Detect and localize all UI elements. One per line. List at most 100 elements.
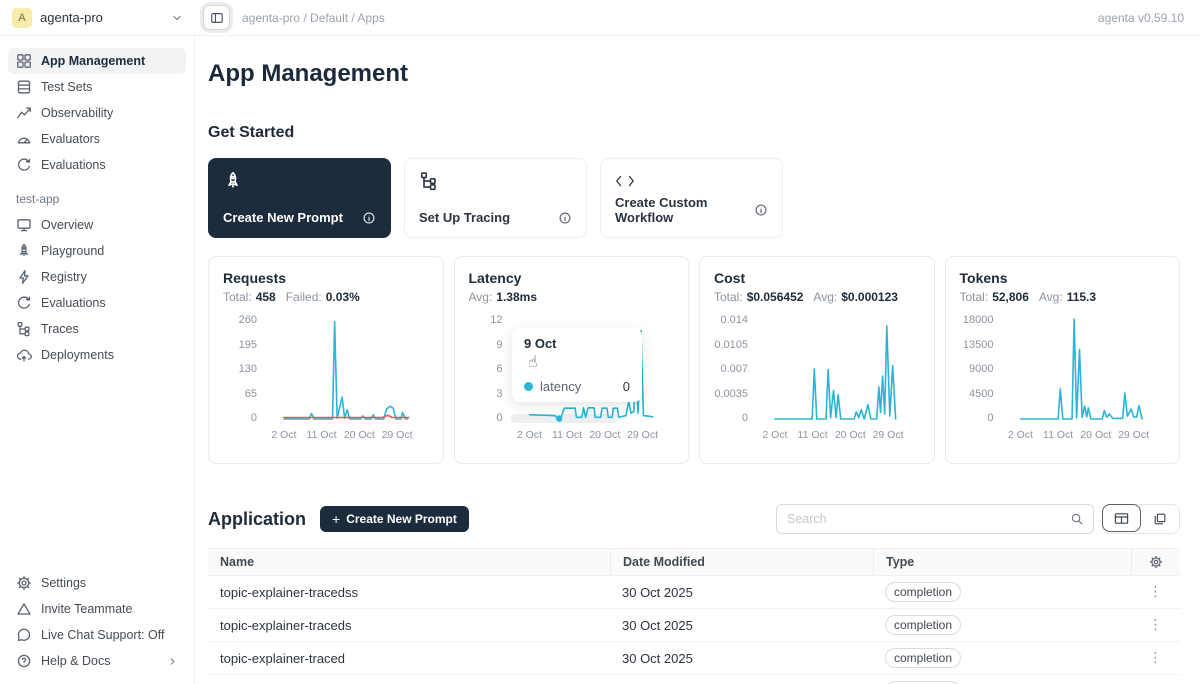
chart-y-axis: 260195130650 [223,314,265,426]
chart-x-axis: 2 Oct11 Oct20 Oct29 Oct [1002,429,1166,444]
settings-icon [16,575,32,591]
tooltip-date: 9 Oct [524,336,630,351]
chart-stats: Total:52,806Avg:115.3 [960,290,1166,304]
chart-tooltip: 9 Oct latency 0 ☝ [512,328,642,402]
sidebar-item-overview[interactable]: Overview [8,212,186,238]
line-chart[interactable] [265,314,429,426]
table-header: Name Date Modified Type [208,548,1180,576]
overview-icon [16,217,32,233]
view-toggle [1102,504,1180,534]
chart-stats: Avg:1.38ms [469,290,675,304]
help-icon [16,653,32,669]
chart-title: Cost [714,270,920,286]
sidebar-item-evaluations[interactable]: Evaluations [8,152,186,178]
search-icon[interactable] [1061,505,1093,533]
chevron-down-icon[interactable] [171,12,183,24]
chart-x-axis: 2 Oct11 Oct20 Oct29 Oct [511,429,675,444]
traces-icon [419,171,439,191]
workspace-name: agenta-pro [40,10,103,25]
cell-name: topic-explainer-traceds [208,618,610,633]
evaluations-icon [16,157,32,173]
sidebar-main-nav: App Management Test Sets Observability E… [8,48,186,178]
chart-stats: Total:458Failed:0.03% [223,290,429,304]
workspace-avatar: A [12,8,32,28]
sidebar-item-test-sets[interactable]: Test Sets [8,74,186,100]
info-icon[interactable] [754,203,768,217]
cell-date-modified: 30 Oct 2025 [610,585,873,600]
sidebar-item-settings[interactable]: Settings [8,570,186,596]
metric-charts-row: 9 Oct latency 0 ☝ Requests Total:458Fail… [208,256,1180,464]
evaluators-icon [16,131,32,147]
get-started-card-create-new-prompt[interactable]: Create New Prompt [208,158,391,238]
tooltip-value: 0 [623,379,630,394]
chart-title: Tokens [960,270,1166,286]
sidebar-item-observability[interactable]: Observability [8,100,186,126]
sidebar-toggle-button[interactable] [203,5,230,30]
column-header-type[interactable]: Type [873,549,1131,575]
cell-date-modified: 30 Oct 2025 [610,651,873,666]
sidebar-item-evaluations[interactable]: Evaluations [8,290,186,316]
table-row[interactable]: topic-explainer-traceds 30 Oct 2025 comp… [208,609,1180,642]
workspace-selector[interactable]: A agenta-pro [0,8,195,28]
type-badge: completion [885,582,961,602]
chat-icon [16,627,32,643]
metric-card-requests: Requests Total:458Failed:0.03% 260195130… [208,256,444,464]
main-content: App Management Get Started Create New Pr… [195,36,1200,684]
get-started-card-set-up-tracing[interactable]: Set Up Tracing [404,158,587,238]
sidebar-item-invite-teammate[interactable]: Invite Teammate [8,596,186,622]
table-settings-gear-icon[interactable] [1149,555,1163,569]
line-chart[interactable] [756,314,920,426]
create-new-prompt-button[interactable]: + Create New Prompt [320,506,469,532]
chart-y-axis: 129630 [469,314,511,426]
line-chart[interactable] [1002,314,1166,426]
metric-card-tokens: Tokens Total:52,806Avg:115.3 18000135009… [945,256,1181,464]
row-menu-icon[interactable]: ⋮ [1149,650,1163,666]
sidebar-item-help-docs[interactable]: Help & Docs [8,648,186,674]
applications-table: Name Date Modified Type topic-explainer-… [208,548,1180,684]
sidebar-section-label: test-app [16,192,186,206]
application-heading: Application [208,509,306,530]
column-header-name[interactable]: Name [208,549,610,575]
invite-icon [16,601,32,617]
info-icon[interactable] [362,211,376,225]
chart-y-axis: 1800013500900045000 [960,314,1002,426]
observability-icon [16,105,32,121]
table-row[interactable]: topic-explainer-tracedss 30 Oct 2025 com… [208,576,1180,609]
get-started-cards: Create New Prompt Set Up Tracing Create … [208,158,1180,238]
cell-name: topic-explainer-tracedss [208,585,610,600]
sidebar-item-evaluators[interactable]: Evaluators [8,126,186,152]
top-bar: A agenta-pro agenta-pro / Default / Apps… [0,0,1200,36]
type-badge: completion [885,648,961,668]
get-started-heading: Get Started [208,124,1180,142]
chart-x-axis: 2 Oct11 Oct20 Oct29 Oct [756,429,920,444]
table-row[interactable]: career-assessment 27 Oct 2025 completion… [208,675,1180,684]
chart-title: Requests [223,270,429,286]
row-menu-icon[interactable]: ⋮ [1149,617,1163,633]
search-input[interactable] [777,512,1061,526]
registry-icon [16,269,32,285]
get-started-card-create-custom-workflow[interactable]: Create Custom Workflow [600,158,783,238]
metric-card-cost: Cost Total:$0.056452Avg:$0.000123 0.0140… [699,256,935,464]
table-view-button[interactable] [1102,504,1141,532]
sidebar-item-app-management[interactable]: App Management [8,48,186,74]
testsets-icon [16,79,32,95]
info-icon[interactable] [558,211,572,225]
sidebar-item-playground[interactable]: Playground [8,238,186,264]
tooltip-series-name: latency [540,379,581,394]
rocket-icon [16,243,32,259]
breadcrumb[interactable]: agenta-pro / Default / Apps [242,11,385,25]
column-header-date-modified[interactable]: Date Modified [610,549,873,575]
code-icon [615,171,635,191]
series-dot-icon [524,382,533,391]
table-row[interactable]: topic-explainer-traced 30 Oct 2025 compl… [208,642,1180,675]
row-menu-icon[interactable]: ⋮ [1149,584,1163,600]
card-view-button[interactable] [1140,505,1179,533]
chart-title: Latency [469,270,675,286]
sidebar-item-registry[interactable]: Registry [8,264,186,290]
search-box [776,504,1094,534]
sidebar-item-live-chat-support-off[interactable]: Live Chat Support: Off [8,622,186,648]
sidebar-item-traces[interactable]: Traces [8,316,186,342]
rocket-icon [223,171,243,191]
sidebar-item-deployments[interactable]: Deployments [8,342,186,368]
page-title: App Management [208,60,1180,88]
